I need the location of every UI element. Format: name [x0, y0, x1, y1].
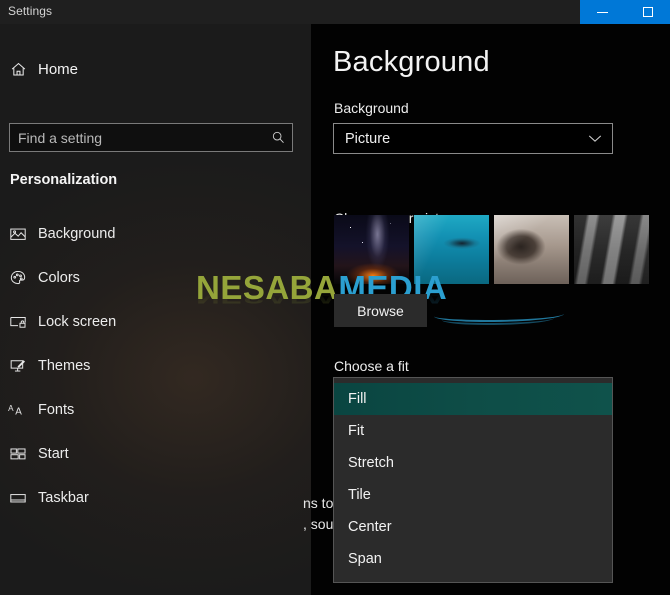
sidebar-item-lock-screen-label: Lock screen: [38, 314, 117, 330]
sidebar-item-background[interactable]: Background: [0, 212, 311, 256]
browse-button-label: Browse: [357, 302, 404, 319]
fonts-aa-icon: A A: [0, 401, 36, 419]
fit-option-stretch[interactable]: Stretch: [334, 447, 612, 479]
sidebar-item-home-label: Home: [38, 60, 79, 78]
lock-screen-icon: [0, 313, 36, 331]
sidebar-item-background-label: Background: [38, 226, 116, 242]
sidebar-item-themes[interactable]: Themes: [0, 344, 311, 388]
window-title: Settings: [8, 4, 53, 18]
thumbnail-desk-tablet-pen[interactable]: [494, 215, 569, 284]
chevron-down-icon: [588, 130, 602, 148]
themes-brush-icon: [0, 357, 36, 375]
sidebar-section-title: Personalization: [10, 172, 118, 188]
background-type-dropdown[interactable]: Picture: [333, 123, 613, 154]
sidebar-item-fonts-label: Fonts: [38, 402, 75, 418]
sidebar-item-fonts[interactable]: A A Fonts: [0, 388, 311, 432]
background-type-value: Picture: [345, 130, 391, 147]
picture-thumbnail-list: [334, 215, 670, 285]
palette-icon: [0, 269, 36, 287]
fit-option-tile[interactable]: Tile: [334, 479, 612, 511]
picture-icon: [0, 225, 36, 243]
sidebar-item-themes-label: Themes: [38, 358, 91, 374]
sidebar-item-start[interactable]: Start: [0, 432, 311, 476]
title-bar: Settings: [0, 0, 670, 24]
sidebar-item-taskbar-label: Taskbar: [38, 490, 89, 506]
home-icon: [0, 61, 36, 78]
maximize-button[interactable]: [625, 0, 670, 24]
minimize-button[interactable]: [580, 0, 625, 24]
minimize-icon: [597, 11, 608, 13]
maximize-icon: [642, 7, 653, 17]
fit-option-fill[interactable]: Fill: [334, 383, 612, 415]
sidebar-item-start-label: Start: [38, 446, 69, 462]
page-title: Background: [333, 46, 490, 78]
choose-fit-label: Choose a fit: [334, 358, 409, 374]
sidebar-item-home[interactable]: Home: [0, 52, 311, 86]
search-icon[interactable]: [264, 130, 292, 145]
browse-button[interactable]: Browse: [334, 294, 427, 327]
fit-option-span[interactable]: Span: [334, 543, 612, 575]
fit-option-fit[interactable]: Fit: [334, 415, 612, 447]
caption-button-group: [580, 0, 670, 24]
fit-option-center[interactable]: Center: [334, 511, 612, 543]
svg-text:A: A: [15, 407, 22, 418]
choose-fit-dropdown-list[interactable]: Fill Fit Stretch Tile Center Span: [333, 377, 613, 583]
sidebar-item-colors-label: Colors: [38, 270, 80, 286]
sidebar-item-colors[interactable]: Colors: [0, 256, 311, 300]
thumbnail-underwater-diver[interactable]: [414, 215, 489, 284]
thumbnail-rock-texture[interactable]: [574, 215, 649, 284]
sidebar-nav-list: Background Colors Lock screen Themes A A…: [0, 212, 311, 520]
search-input[interactable]: [10, 124, 264, 151]
sidebar-item-taskbar[interactable]: Taskbar: [0, 476, 311, 520]
sidebar: Home Personalization: [0, 24, 311, 595]
sidebar-item-lock-screen[interactable]: Lock screen: [0, 300, 311, 344]
thumbnail-night-sky[interactable]: [334, 215, 409, 284]
settings-window: Settings Home Find a setting Personaliza…: [0, 0, 670, 595]
search-box[interactable]: [9, 123, 293, 152]
taskbar-icon: [0, 489, 36, 507]
svg-text:A: A: [8, 404, 14, 413]
start-tiles-icon: [0, 445, 36, 463]
background-field-label: Background: [334, 100, 409, 116]
